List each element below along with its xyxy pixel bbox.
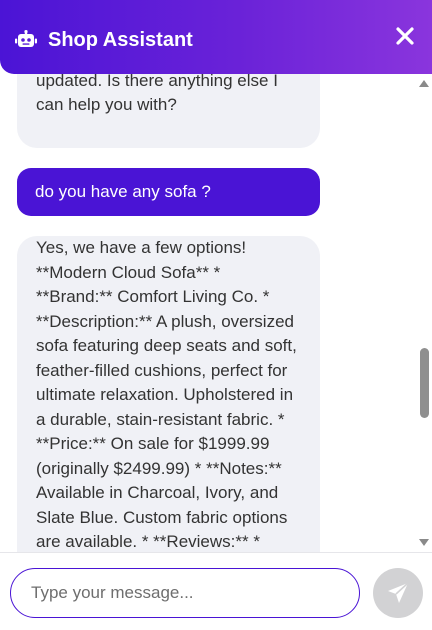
message-list[interactable]: the inventory is currently being updated… xyxy=(0,74,416,552)
scrollbar[interactable] xyxy=(416,74,432,552)
bot-message: Yes, we have a few options! **Modern Clo… xyxy=(17,236,320,552)
message-input-wrapper xyxy=(10,568,360,618)
chat-header: Shop Assistant xyxy=(0,0,432,74)
scroll-down-arrow-icon[interactable] xyxy=(419,539,429,546)
message-input[interactable] xyxy=(11,569,359,617)
robot-icon xyxy=(15,30,37,47)
chat-widget: Shop Assistant the inventory is currentl… xyxy=(0,0,432,630)
scrollbar-thumb[interactable] xyxy=(420,348,429,418)
message-text: the inventory is currently being updated… xyxy=(36,74,278,114)
bot-message: the inventory is currently being updated… xyxy=(17,74,320,148)
message-text: Yes, we have a few options! **Modern Clo… xyxy=(36,238,297,551)
user-message: do you have any sofa ? xyxy=(17,168,320,216)
send-icon xyxy=(388,582,409,603)
composer xyxy=(0,552,432,630)
header-title: Shop Assistant xyxy=(48,29,193,51)
close-icon[interactable] xyxy=(394,25,416,47)
message-text: do you have any sofa ? xyxy=(35,181,211,201)
scroll-up-arrow-icon[interactable] xyxy=(419,80,429,87)
send-button[interactable] xyxy=(373,568,423,618)
